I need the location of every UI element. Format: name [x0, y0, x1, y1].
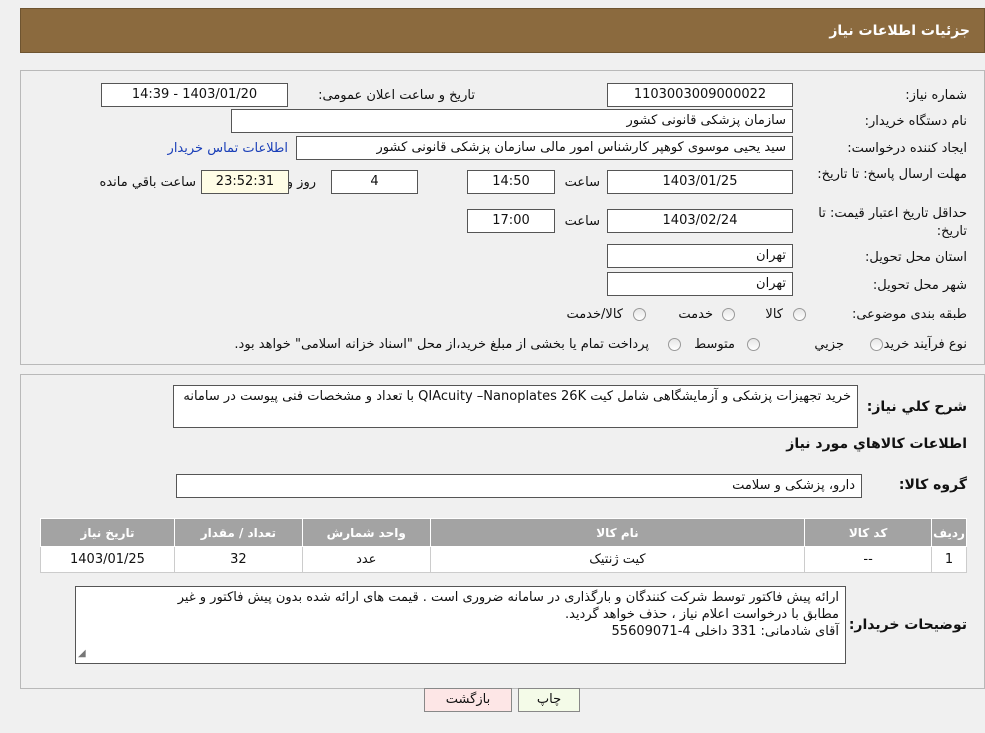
buyer-notes-line-3: آقای شادمانی: 331 داخلی 4-55609071 [611, 624, 839, 639]
creator-label: ایجاد کننده درخواست: [847, 141, 967, 156]
table-row: 1 -- کیت ژنتیک عدد 32 1403/01/25 [40, 546, 967, 573]
validity-label: حداقل تاریخ اعتبار قیمت: تا تاریخ: [818, 206, 967, 239]
page-header: جزئیات اطلاعات نیاز [20, 8, 985, 53]
deadline-time-label: ساعت [564, 175, 600, 190]
validity-date-field: 1403/02/24 [607, 209, 793, 233]
category-radio-both[interactable] [633, 308, 646, 321]
process-option-minor: جزیي [814, 337, 844, 352]
buyer-notes-label: توضیحات خریدار: [848, 617, 967, 633]
remaining-time-field: 23:52:31 [201, 170, 289, 194]
announce-label: تاریخ و ساعت اعلان عمومی: [318, 88, 475, 103]
validity-time-label: ساعت [564, 214, 600, 229]
col-code: کد کالا [804, 518, 933, 547]
goods-group-field: دارو، پزشکی و سلامت [176, 474, 862, 498]
process-radio-medium[interactable] [747, 338, 760, 351]
city-label: شهر محل تحویل: [872, 278, 967, 293]
process-radio-treasury[interactable] [668, 338, 681, 351]
deadline-time-field: 14:50 [467, 170, 555, 194]
col-date: تاريخ نياز [40, 518, 175, 547]
contact-link[interactable]: اطلاعات تماس خریدار [168, 141, 288, 156]
category-option-both: کالا/خدمت [566, 307, 623, 322]
days-field: 4 [331, 170, 418, 194]
col-row: رديف [931, 518, 967, 547]
back-button[interactable]: بازگشت [424, 688, 512, 712]
cell-row: 1 [931, 546, 967, 573]
cell-code: -- [804, 546, 933, 573]
description-textarea: خرید تجهیزات پزشکی و آزمایشگاهی شامل کیت… [173, 385, 858, 428]
province-label: استان محل تحویل: [865, 250, 967, 265]
buyer-notes-textarea: ارائه پیش فاکتور توسط شرکت کنندگان و بار… [75, 586, 846, 664]
need-number-field: 1103003009000022 [607, 83, 793, 107]
buyer-org-field: سازمان پزشکی قانونی کشور [231, 109, 793, 133]
province-field: تهران [607, 244, 793, 268]
description-text: خرید تجهیزات پزشکی و آزمایشگاهی شامل کیت… [183, 389, 851, 404]
validity-time-field: 17:00 [467, 209, 555, 233]
goods-group-label: گروه کالا: [898, 477, 967, 493]
goods-table: رديف کد کالا نام کالا واحد شمارش تعداد /… [40, 518, 967, 573]
cell-unit: عدد [301, 546, 431, 573]
announce-field: 1403/01/20 - 14:39 [101, 83, 288, 107]
cell-date: 1403/01/25 [40, 546, 175, 573]
buyer-notes-line-2: مطابق با درخواست اعلام نیاز ، حذف خواهد … [564, 607, 839, 622]
process-radio-minor[interactable] [870, 338, 883, 351]
resize-grip-icon[interactable]: ◢ [78, 645, 86, 662]
category-option-goods: کالا [765, 307, 783, 322]
goods-table-header: رديف کد کالا نام کالا واحد شمارش تعداد /… [40, 518, 967, 547]
need-number-label: شماره نیاز: [905, 88, 967, 103]
page-title: جزئیات اطلاعات نیاز [829, 23, 970, 39]
goods-section-title: اطلاعات کالاهاي مورد نياز [786, 436, 967, 452]
remaining-label: ساعت باقي مانده [99, 175, 196, 190]
process-option-medium: متوسط [694, 337, 735, 352]
creator-field: سید یحیی موسوی کوهپر کارشناس امور مالی س… [296, 136, 793, 160]
category-radio-service[interactable] [722, 308, 735, 321]
city-field: تهران [607, 272, 793, 296]
days-label: روز و [286, 175, 316, 190]
col-quantity: تعداد / مقدار [173, 518, 303, 547]
cell-quantity: 32 [173, 546, 303, 573]
category-radio-goods[interactable] [793, 308, 806, 321]
cell-name: کیت ژنتیک [429, 546, 806, 573]
category-label: طبقه بندی موضوعی: [851, 307, 967, 322]
deadline-label: مهلت ارسال پاسخ: تا تاریخ: [817, 167, 967, 182]
category-option-service: خدمت [678, 307, 713, 322]
col-name: نام کالا [429, 518, 806, 547]
description-label: شرح کلي نياز: [866, 399, 967, 415]
buyer-org-label: نام دستگاه خریدار: [864, 114, 967, 129]
deadline-date-field: 1403/01/25 [607, 170, 793, 194]
payment-note: پرداخت تمام یا بخشی از مبلغ خرید،از محل … [234, 337, 649, 352]
print-button[interactable]: چاپ [518, 688, 580, 712]
process-label: نوع فرآیند خرید : [875, 337, 967, 352]
buyer-notes-line-1: ارائه پیش فاکتور توسط شرکت کنندگان و بار… [177, 590, 839, 605]
col-unit: واحد شمارش [301, 518, 431, 547]
